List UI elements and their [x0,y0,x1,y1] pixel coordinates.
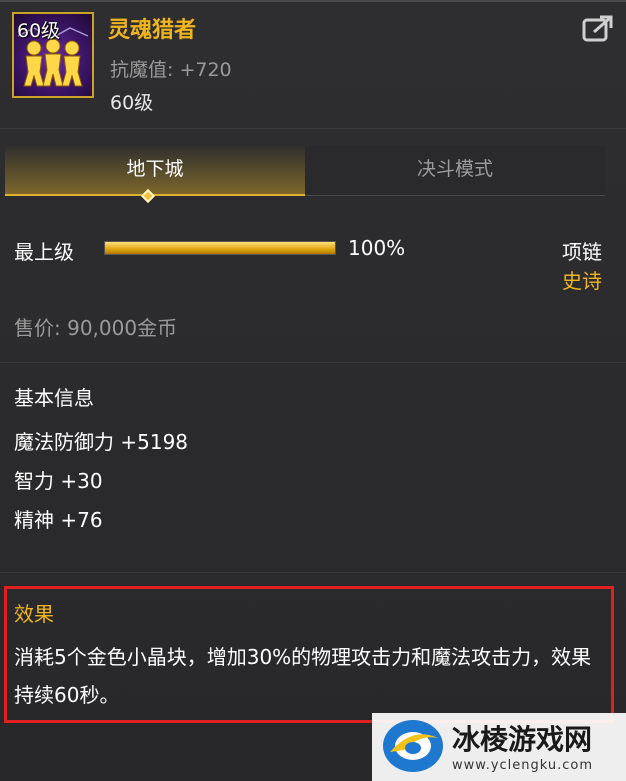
item-magic-resist-stat: 抗魔值: +720 [110,59,232,81]
tab-dungeon[interactable]: 地下城 [5,146,305,196]
watermark-title: 冰棱游戏网 [452,723,593,756]
watermark-url: www.yclengku.com [452,758,594,773]
item-type-label: 项链 [562,240,602,264]
watermark-logo-icon [380,716,446,776]
stat-line-spirit: 精神 +76 [14,508,103,532]
upgrade-progress-text: 100% [348,236,406,260]
upgrade-level-label: 最上级 [14,240,74,264]
tab-duel-mode[interactable]: 决斗模式 [305,146,605,196]
item-rarity-label: 史诗 [562,269,602,293]
top-border [0,0,626,2]
item-icon: 60级 [12,12,94,98]
upgrade-progress-bar [104,241,336,255]
item-level: 60级 [110,92,154,114]
effect-description: 消耗5个金色小晶块，增加30%的物理攻击力和魔法攻击力，效果持续60秒。 [14,645,592,707]
section-divider [0,362,626,363]
basic-info-title: 基本信息 [14,386,94,410]
effect-title: 效果 [14,602,54,626]
stat-line-magic-defense: 魔法防御力 +5198 [14,430,189,454]
share-icon[interactable] [582,14,614,42]
item-level-badge: 60级 [17,20,61,42]
section-divider [0,572,626,573]
item-name: 灵魂猎者 [108,18,197,43]
sell-price: 售价: 90,000金币 [14,316,178,340]
header-divider [0,128,626,129]
stat-line-intelligence: 智力 +30 [14,469,103,493]
upgrade-progress-fill [105,242,335,254]
